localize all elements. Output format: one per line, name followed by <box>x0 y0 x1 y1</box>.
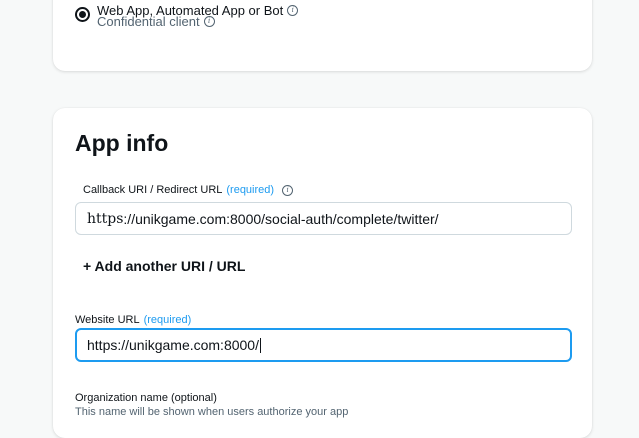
callback-url-value: ://unikgame.com:8000/social-auth/complet… <box>123 210 439 227</box>
website-url-label: Website URL (required) <box>75 314 191 326</box>
callback-label-text: Callback URI / Redirect URL <box>83 184 223 196</box>
organization-help-text: This name will be shown when users autho… <box>75 406 349 418</box>
app-type-option-web-app[interactable]: Web App, Automated App or Bot i Confiden… <box>75 4 299 29</box>
app-type-card: Web App, Automated App or Bot i Confiden… <box>53 0 592 71</box>
radio-dot <box>79 11 86 18</box>
website-url-value: https://unikgame.com:8000/ <box>87 337 259 353</box>
callback-url-label: Callback URI / Redirect URL (required) i <box>83 184 294 196</box>
info-icon[interactable]: i <box>282 184 294 196</box>
radio-subtitle-text: Confidential client <box>97 14 200 29</box>
section-title: App info <box>75 130 169 156</box>
text-caret <box>260 337 261 353</box>
app-info-card: App info Callback URI / Redirect URL (re… <box>53 108 592 438</box>
callback-url-input[interactable]: https://unikgame.com:8000/social-auth/co… <box>75 202 572 235</box>
info-icon[interactable]: i <box>203 16 215 27</box>
organization-label-text: Organization name (optional) <box>75 392 217 404</box>
required-tag: (required) <box>143 314 192 326</box>
info-icon[interactable]: i <box>287 5 299 16</box>
organization-name-label: Organization name (optional) <box>75 392 217 404</box>
callback-url-scheme: https <box>87 210 124 227</box>
required-tag: (required) <box>226 184 275 196</box>
website-url-input[interactable]: https://unikgame.com:8000/ <box>75 328 572 362</box>
add-another-uri-button[interactable]: + Add another URI / URL <box>83 258 245 274</box>
radio-selected-icon[interactable] <box>75 7 90 22</box>
website-label-text: Website URL <box>75 314 140 326</box>
radio-text: Web App, Automated App or Bot i Confiden… <box>97 4 299 29</box>
